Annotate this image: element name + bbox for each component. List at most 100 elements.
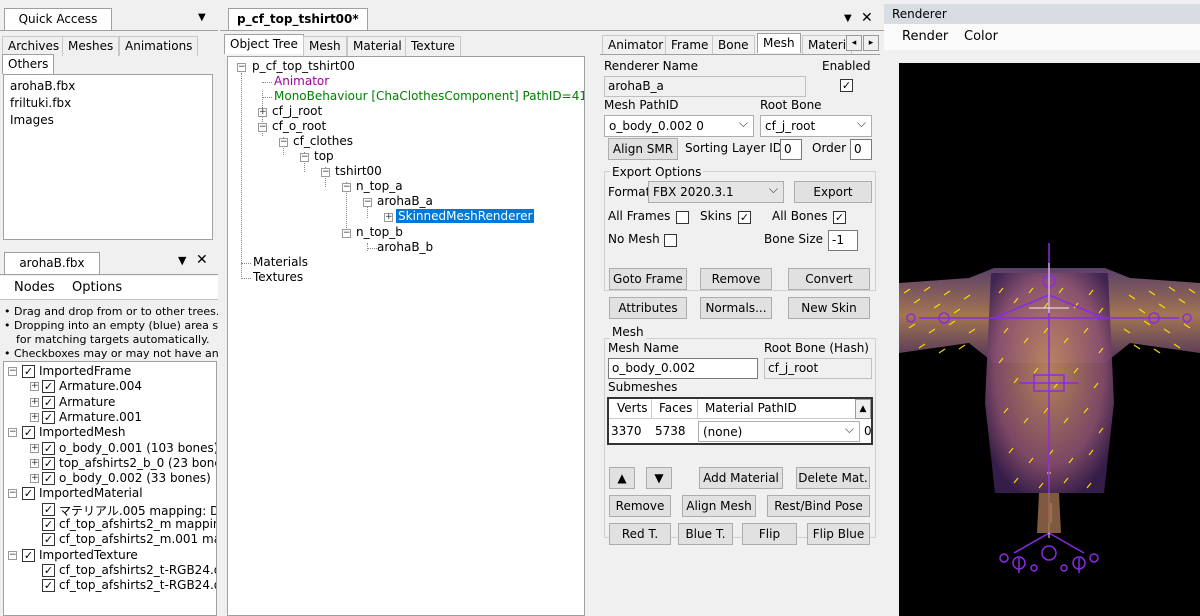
- tree-node-tshirt00[interactable]: tshirt00: [335, 164, 382, 178]
- tree-checkbox[interactable]: ✓: [42, 456, 55, 470]
- tree-node-cf-j-root[interactable]: cf_j_root: [272, 104, 322, 118]
- tree-checkbox[interactable]: ✓: [42, 502, 55, 516]
- tree-checkbox[interactable]: ✓: [22, 365, 35, 378]
- import-panel-tab[interactable]: arohaB.fbx: [4, 252, 100, 274]
- tree-row[interactable]: + ✓ top_afshirts2_b_0 (23 bones: [4, 456, 216, 471]
- add-material-button[interactable]: Add Material: [699, 467, 783, 489]
- expand-icon[interactable]: +: [30, 474, 39, 484]
- menu-render[interactable]: Render: [902, 29, 948, 44]
- quick-access-tab[interactable]: Quick Access: [4, 8, 112, 30]
- tab-material[interactable]: Material: [347, 36, 408, 56]
- scroll-up-icon[interactable]: ▲: [855, 399, 871, 419]
- tree-row[interactable]: ✓ cf_top_afshirts2_m mapping:: [4, 517, 216, 532]
- enabled-checkbox[interactable]: ✓: [840, 79, 853, 92]
- tab-object-tree[interactable]: Object Tree: [224, 34, 304, 54]
- tab-meshes[interactable]: Meshes: [62, 36, 120, 56]
- root-bone-select[interactable]: cf_j_root: [760, 115, 872, 137]
- tab-mesh[interactable]: Mesh: [303, 36, 347, 56]
- list-item[interactable]: friltuki.fbx: [10, 96, 71, 110]
- tree-node-cf-clothes[interactable]: cf_clothes: [293, 134, 353, 148]
- list-item[interactable]: arohaB.fbx: [10, 79, 75, 93]
- tree-checkbox[interactable]: ✓: [22, 487, 35, 501]
- flip-blue-button[interactable]: Flip Blue: [807, 523, 870, 545]
- object-tree[interactable]: − p_cf_top_tshirt00 Animator MonoBehavio…: [227, 56, 585, 616]
- tab-animator[interactable]: Animator: [602, 35, 670, 55]
- scroll-right-icon[interactable]: ▸: [863, 35, 879, 51]
- tree-row[interactable]: ✓ cf_top_afshirts2_t-RGB24.dc: [4, 563, 216, 578]
- move-up-button[interactable]: ▲: [609, 467, 635, 489]
- expand-icon[interactable]: +: [30, 397, 39, 407]
- tree-row[interactable]: + ✓ o_body_0.001 (103 bones): [4, 441, 216, 456]
- document-tab[interactable]: p_cf_top_tshirt00*: [228, 8, 368, 30]
- tab-bone[interactable]: Bone: [712, 35, 755, 55]
- tree-row[interactable]: − ✓ ImportedTexture: [4, 548, 216, 563]
- tab-animations[interactable]: Animations: [119, 36, 199, 56]
- tree-checkbox[interactable]: ✓: [42, 472, 55, 486]
- tree-row[interactable]: ✓ マテリアル.005 mapping: DEF: [4, 502, 216, 518]
- tree-node-animator[interactable]: Animator: [274, 74, 329, 88]
- table-row[interactable]: 3370 5738 (none) 0: [609, 421, 872, 443]
- tree-row[interactable]: − ✓ ImportedMaterial: [4, 486, 216, 501]
- close-icon[interactable]: ✕: [196, 252, 208, 268]
- tree-checkbox[interactable]: ✓: [22, 548, 35, 562]
- menu-color[interactable]: Color: [964, 29, 998, 44]
- export-button[interactable]: Export: [794, 181, 872, 203]
- align-smr-button[interactable]: Align SMR: [608, 138, 678, 160]
- material-select[interactable]: (none): [698, 421, 860, 442]
- viewport[interactable]: [899, 63, 1200, 616]
- tree-row[interactable]: − ✓ ImportedFrame: [4, 364, 216, 379]
- tree-checkbox[interactable]: ✓: [42, 563, 55, 577]
- remove-button[interactable]: Remove: [700, 268, 772, 290]
- tree-checkbox[interactable]: ✓: [42, 518, 55, 531]
- tree-row[interactable]: ✓ cf_top_afshirts2_t-RGB24.dc: [4, 578, 216, 593]
- pin-icon[interactable]: ▼: [178, 254, 186, 267]
- rest-bind-pose-button[interactable]: Rest/Bind Pose: [767, 495, 870, 517]
- sorting-layer-field[interactable]: 0: [780, 139, 802, 160]
- tree-checkbox[interactable]: ✓: [42, 441, 55, 455]
- tree-node-n-top-a[interactable]: n_top_a: [356, 179, 403, 193]
- red-t-button[interactable]: Red T.: [609, 523, 671, 545]
- blue-t-button[interactable]: Blue T.: [678, 523, 733, 545]
- collapse-icon[interactable]: −: [279, 138, 288, 147]
- tree-node-cf-o-root[interactable]: cf_o_root: [272, 119, 326, 133]
- tree-checkbox[interactable]: ✓: [42, 410, 55, 424]
- collapse-icon[interactable]: −: [8, 367, 17, 376]
- remove-submesh-button[interactable]: Remove: [609, 495, 671, 517]
- attributes-button[interactable]: Attributes: [609, 297, 687, 319]
- flip-button[interactable]: Flip: [742, 523, 797, 545]
- mesh-name-field[interactable]: o_body_0.002: [608, 358, 758, 379]
- collapse-icon[interactable]: −: [342, 229, 351, 238]
- skins-checkbox[interactable]: ✓: [738, 211, 751, 224]
- all-frames-checkbox[interactable]: [676, 211, 689, 224]
- submesh-table[interactable]: Verts Faces Material PathID ▲ 3370 5738 …: [607, 397, 873, 445]
- tree-row[interactable]: − ✓ ImportedMesh: [4, 425, 216, 440]
- dropdown-icon[interactable]: ▼: [198, 12, 206, 23]
- tree-row[interactable]: + ✓ o_body_0.002 (33 bones): [4, 471, 216, 486]
- tree-node-materials[interactable]: Materials: [253, 255, 308, 269]
- tree-node-arohab-a[interactable]: arohaB_a: [377, 194, 433, 208]
- dropdown-icon[interactable]: ▼: [844, 13, 852, 24]
- tree-checkbox[interactable]: ✓: [42, 533, 55, 547]
- tree-row[interactable]: + ✓ Armature.004: [4, 379, 216, 394]
- mesh-pathid-select[interactable]: o_body_0.002 0: [604, 115, 754, 137]
- collapse-icon[interactable]: −: [258, 123, 267, 132]
- file-list[interactable]: arohaB.fbx friltuki.fbx Images: [3, 74, 213, 240]
- tree-node-skinned-mesh-renderer[interactable]: SkinnedMeshRenderer: [396, 209, 535, 223]
- collapse-icon[interactable]: −: [8, 550, 17, 560]
- import-tree[interactable]: − ✓ ImportedFrame + ✓ Armature.004 + ✓ Armature +…: [3, 361, 217, 616]
- normals-button[interactable]: Normals...: [700, 297, 772, 319]
- order-field[interactable]: 0: [850, 139, 872, 160]
- tab-options[interactable]: Options: [72, 280, 122, 295]
- expand-icon[interactable]: +: [384, 213, 393, 222]
- tab-nodes[interactable]: Nodes: [14, 280, 55, 295]
- collapse-icon[interactable]: −: [321, 168, 330, 177]
- no-mesh-checkbox[interactable]: [664, 234, 677, 247]
- new-skin-button[interactable]: New Skin: [788, 297, 870, 319]
- expand-icon[interactable]: +: [30, 382, 39, 392]
- collapse-icon[interactable]: −: [8, 428, 17, 438]
- goto-frame-button[interactable]: Goto Frame: [609, 268, 687, 290]
- tab-frame[interactable]: Frame: [665, 35, 715, 55]
- align-mesh-button[interactable]: Align Mesh: [682, 495, 756, 517]
- format-select[interactable]: FBX 2020.3.1: [648, 181, 784, 203]
- tree-node-n-top-b[interactable]: n_top_b: [356, 225, 403, 239]
